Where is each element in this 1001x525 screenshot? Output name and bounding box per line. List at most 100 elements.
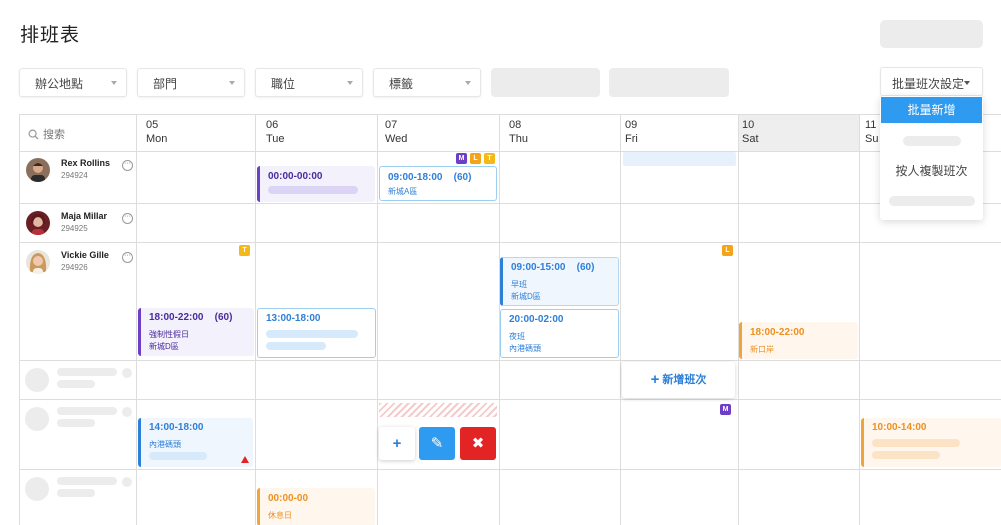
more-options-icon[interactable]: ···	[122, 213, 133, 224]
filter-placeholder	[609, 68, 729, 97]
employee-placeholder-avatar	[25, 477, 49, 501]
tag-m: M	[456, 153, 467, 164]
day-header-tue: 06 Tue	[266, 118, 285, 146]
day-name: Thu	[509, 133, 528, 145]
chevron-down-icon	[111, 81, 117, 85]
day-name: Su	[865, 133, 879, 145]
more-options-icon[interactable]: ···	[122, 160, 133, 171]
unavailable-hatch	[379, 403, 497, 417]
page-title: 排班表	[20, 25, 81, 46]
batch-settings-dropdown: 批量新增 按人複製班次	[880, 96, 983, 220]
shift-card[interactable]: 18:00-22:00 (60) 強制性假日 新城D區	[138, 308, 254, 356]
add-shift-label: 新增班次	[662, 374, 707, 386]
shift-location: 內港碼頭	[149, 440, 181, 449]
menu-item-copy-by-person[interactable]: 按人複製班次	[880, 162, 983, 179]
employee-placeholder-bar	[57, 368, 117, 376]
shift-card[interactable]: 18:00-22:00 新口岸	[739, 322, 858, 359]
row-divider	[20, 203, 1001, 204]
filter-label: 職位	[271, 77, 296, 91]
day-name: Tue	[266, 133, 285, 145]
day-header-thu: 08 Thu	[509, 118, 528, 146]
shift-time: 00:00-00:00	[268, 171, 323, 182]
shift-placeholder-bar	[266, 342, 326, 350]
shift-type: 休息日	[268, 511, 292, 520]
filter-label: 部門	[153, 77, 178, 91]
column-divider	[136, 115, 137, 525]
tag-m: M	[720, 404, 731, 415]
batch-shift-settings-button[interactable]: 批量班次設定	[880, 67, 983, 96]
plus-icon: +	[650, 371, 660, 388]
filter-department[interactable]: 部門	[137, 68, 245, 97]
employee-placeholder-avatar	[25, 407, 49, 431]
add-action-button[interactable]: +	[379, 427, 415, 460]
tag-l: L	[470, 153, 481, 164]
shift-time: 14:00-18:00	[149, 422, 204, 433]
caret-down-icon	[964, 81, 970, 85]
row-divider	[20, 469, 1001, 470]
header-placeholder	[880, 20, 983, 48]
column-divider	[620, 115, 621, 525]
employee-placeholder-dot	[122, 407, 132, 417]
shift-location: 新口岸	[750, 345, 774, 354]
avatar	[26, 158, 50, 182]
shift-card[interactable]: 00:00-00:00	[257, 166, 375, 202]
employee-search[interactable]: 搜索	[28, 126, 65, 142]
day-name: Wed	[385, 133, 408, 145]
filter-position[interactable]: 職位	[255, 68, 363, 97]
shift-placeholder-bar	[268, 186, 358, 194]
shift-card[interactable]: 09:00-18:00 (60) 新城A區	[379, 166, 497, 201]
shift-placeholder-bar	[872, 439, 960, 447]
day-number: 07	[385, 119, 398, 131]
chevron-down-icon	[465, 81, 471, 85]
tag-t: T	[484, 153, 495, 164]
shift-card[interactable]: 20:00-02:00 夜班 內港碼頭	[500, 309, 619, 358]
filter-label: 辦公地點	[35, 77, 84, 91]
day-header-mon: 05 Mon	[146, 118, 167, 146]
batch-shift-settings-label: 批量班次設定	[892, 77, 965, 91]
filter-office-location[interactable]: 辦公地點	[19, 68, 127, 97]
row-divider	[20, 399, 1001, 400]
employee-id: 294926	[61, 263, 88, 272]
day-number: 06	[266, 119, 279, 131]
row-divider	[20, 360, 1001, 361]
column-divider	[377, 115, 378, 525]
day-number: 10	[742, 119, 755, 131]
schedule-grid: 搜索 05 Mon 06 Tue 07 Wed 08 Thu 09 Fri 10 Sat 1…	[19, 114, 1001, 525]
shift-placeholder-bar	[266, 330, 358, 338]
avatar	[26, 250, 50, 274]
employee-placeholder-avatar	[25, 368, 49, 392]
shift-time: 20:00-02:00	[509, 314, 564, 325]
delete-action-button[interactable]: ✖	[460, 427, 496, 460]
day-number: 05	[146, 119, 159, 131]
shift-card[interactable]: 09:00-15:00 (60) 早班 新城D區	[500, 257, 619, 306]
employee-name: Rex Rollins	[61, 158, 111, 168]
shift-card[interactable]: 13:00-18:00	[257, 308, 376, 358]
shift-time: 09:00-18:00 (60)	[388, 172, 472, 183]
tag-t: T	[239, 245, 250, 256]
shift-location: 新城A區	[388, 187, 418, 196]
day-header-fri: 09 Fri	[625, 118, 638, 146]
warning-icon	[241, 456, 249, 463]
column-divider	[738, 115, 739, 525]
shift-time: 18:00-22:00	[750, 327, 805, 338]
chevron-down-icon	[347, 81, 353, 85]
edit-action-button[interactable]: ✎	[419, 427, 455, 460]
more-options-icon[interactable]: ···	[122, 252, 133, 263]
shift-placeholder	[623, 152, 736, 166]
filter-tags[interactable]: 標籤	[373, 68, 481, 97]
shift-placeholder-bar	[149, 452, 207, 460]
shift-time: 18:00-22:00 (60)	[149, 312, 233, 323]
shift-card[interactable]: 14:00-18:00 內港碼頭	[138, 418, 253, 467]
menu-item-batch-add[interactable]: 批量新增	[881, 97, 982, 123]
shift-card[interactable]: 00:00-00 休息日	[257, 488, 375, 525]
column-divider	[859, 115, 860, 525]
add-shift-button[interactable]: + 新增班次	[622, 362, 735, 398]
employee-name: Maja Millar	[61, 211, 108, 221]
day-number: 08	[509, 119, 522, 131]
day-header-sat: 10 Sat	[742, 118, 759, 146]
search-label: 搜索	[43, 129, 65, 141]
day-number: 11	[865, 119, 877, 131]
employee-placeholder-bar	[57, 489, 95, 497]
menu-placeholder	[903, 136, 961, 146]
shift-card[interactable]: 10:00-14:00	[861, 418, 1001, 467]
